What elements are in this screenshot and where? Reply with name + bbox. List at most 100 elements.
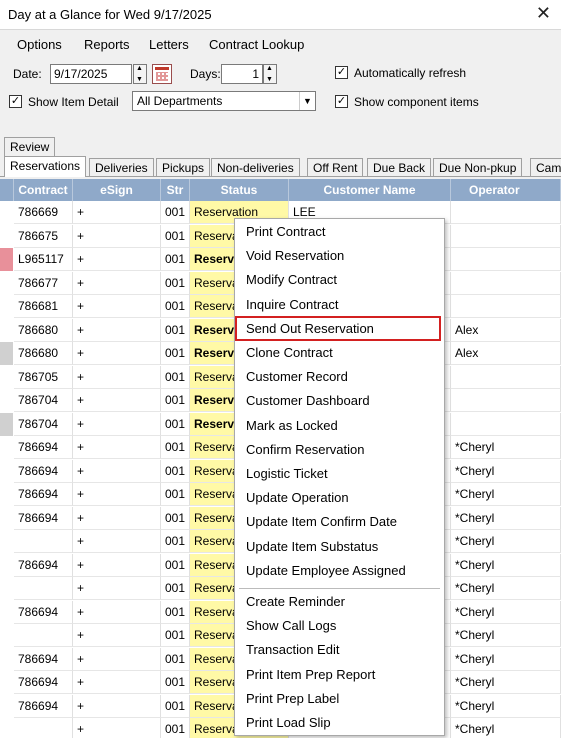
- chevron-down-icon: ▼: [299, 92, 315, 110]
- menu-letters[interactable]: Letters: [149, 37, 189, 52]
- menu-options[interactable]: Options: [17, 37, 62, 52]
- cell-contract: 786694: [14, 483, 73, 506]
- cell-esign: +: [73, 201, 161, 224]
- cell-operator: *Cheryl: [451, 694, 561, 718]
- cell-esign: +: [73, 365, 161, 389]
- cell-str: 001: [161, 436, 190, 459]
- cell-operator: *Cheryl: [451, 483, 561, 506]
- cell-operator: *Cheryl: [451, 671, 561, 694]
- menu-item-update-operation[interactable]: Update Operation: [246, 490, 349, 505]
- date-input[interactable]: 9/17/2025: [50, 64, 132, 84]
- cell-contract: 786669: [14, 201, 73, 224]
- cell-contract: 786705: [14, 365, 73, 389]
- header-contract[interactable]: Contract: [14, 179, 73, 201]
- cell-str: 001: [161, 365, 190, 389]
- menu-item-update-employee-assigned[interactable]: Update Employee Assigned: [246, 563, 406, 578]
- cell-contract: L965117: [14, 248, 73, 271]
- close-icon[interactable]: ✕: [536, 3, 551, 24]
- cell-str: 001: [161, 318, 190, 342]
- cell-esign: +: [73, 295, 161, 318]
- show-item-detail-label: Show Item Detail: [28, 95, 119, 109]
- cell-esign: +: [73, 671, 161, 694]
- header-customer-name[interactable]: Customer Name: [289, 179, 451, 201]
- menu-item-update-item-substatus[interactable]: Update Item Substatus: [246, 539, 378, 554]
- context-menu: Print Contract Void Reservation Modify Con…: [234, 218, 445, 736]
- menu-item-print-item-prep-report[interactable]: Print Item Prep Report: [246, 667, 375, 682]
- menu-item-print-contract[interactable]: Print Contract: [246, 224, 325, 239]
- calendar-icon[interactable]: [152, 64, 172, 84]
- menu-contract-lookup[interactable]: Contract Lookup: [209, 37, 304, 52]
- tab-due-non-pkup[interactable]: Due Non-pkup: [433, 158, 523, 177]
- row-marker: [0, 577, 13, 600]
- tab-cam[interactable]: Cam: [530, 158, 561, 177]
- menu-item-modify-contract[interactable]: Modify Contract: [246, 272, 337, 287]
- cell-operator: Alex: [451, 318, 561, 342]
- menu-item-show-call-logs[interactable]: Show Call Logs: [246, 618, 336, 633]
- cell-operator: *Cheryl: [451, 647, 561, 671]
- cell-contract: 786704: [14, 412, 73, 436]
- row-marker: [0, 530, 13, 553]
- menu-item-clone-contract[interactable]: Clone Contract: [246, 345, 333, 360]
- show-component-checkbox[interactable]: ✓: [335, 95, 348, 108]
- cell-operator: [451, 248, 561, 271]
- row-marker: [0, 507, 13, 530]
- header-str[interactable]: Str: [161, 179, 190, 201]
- tab-pickups[interactable]: Pickups: [156, 158, 211, 177]
- department-select[interactable]: All Departments ▼: [132, 91, 316, 111]
- auto-refresh-checkbox[interactable]: ✓: [335, 66, 348, 79]
- cell-operator: [451, 271, 561, 295]
- cell-str: 001: [161, 271, 190, 295]
- cell-str: 001: [161, 342, 190, 365]
- show-component-label: Show component items: [354, 95, 479, 109]
- cell-contract: 786694: [14, 600, 73, 624]
- days-spinner[interactable]: [263, 64, 277, 84]
- cell-str: 001: [161, 483, 190, 506]
- header-status[interactable]: Status: [190, 179, 289, 201]
- menu-item-send-out-reservation[interactable]: Send Out Reservation: [246, 321, 374, 336]
- row-marker: [0, 389, 13, 412]
- menu-item-transaction-edit[interactable]: Transaction Edit: [246, 642, 339, 657]
- cell-operator: [451, 389, 561, 412]
- menu-item-void-reservation[interactable]: Void Reservation: [246, 248, 344, 263]
- header-marker: [0, 179, 14, 201]
- tab-off-rent[interactable]: Off Rent: [307, 158, 364, 177]
- header-operator-assign[interactable]: Operator Assign: [451, 179, 561, 219]
- row-marker: [0, 483, 13, 506]
- date-spinner[interactable]: [133, 64, 147, 84]
- cell-str: 001: [161, 600, 190, 624]
- menu-item-inquire-contract[interactable]: Inquire Contract: [246, 297, 339, 312]
- tab-reservations[interactable]: Reservations: [4, 156, 87, 177]
- cell-esign: +: [73, 248, 161, 271]
- cell-esign: +: [73, 412, 161, 436]
- cell-contract: 786704: [14, 389, 73, 412]
- cell-esign: +: [73, 718, 161, 738]
- tab-non-deliveries[interactable]: Non-deliveries: [211, 158, 300, 177]
- menu-item-create-reminder[interactable]: Create Reminder: [246, 594, 345, 609]
- menu-item-print-load-slip[interactable]: Print Load Slip: [246, 715, 331, 730]
- cell-operator: *Cheryl: [451, 506, 561, 530]
- menu-item-customer-dashboard[interactable]: Customer Dashboard: [246, 393, 370, 408]
- cell-contract: 786694: [14, 671, 73, 694]
- menu-item-print-prep-label[interactable]: Print Prep Label: [246, 691, 339, 706]
- cell-esign: +: [73, 506, 161, 530]
- cell-operator: *Cheryl: [451, 459, 561, 483]
- cell-esign: +: [73, 483, 161, 506]
- cell-str: 001: [161, 459, 190, 483]
- menu-item-customer-record[interactable]: Customer Record: [246, 369, 348, 384]
- menu-item-mark-as-locked[interactable]: Mark as Locked: [246, 418, 338, 433]
- header-esign[interactable]: eSign: [73, 179, 161, 201]
- tab-due-back[interactable]: Due Back: [367, 158, 432, 177]
- menu-item-confirm-reservation[interactable]: Confirm Reservation: [246, 442, 365, 457]
- menu-item-logistic-ticket[interactable]: Logistic Ticket: [246, 466, 328, 481]
- cell-esign: +: [73, 459, 161, 483]
- tab-review[interactable]: Review: [4, 137, 56, 156]
- row-marker: [0, 412, 13, 436]
- show-item-detail-checkbox[interactable]: ✓: [9, 95, 22, 108]
- tab-deliveries[interactable]: Deliveries: [89, 158, 154, 177]
- menu-item-update-item-confirm-date[interactable]: Update Item Confirm Date: [246, 514, 397, 529]
- days-input[interactable]: 1: [221, 64, 263, 84]
- row-marker: [0, 319, 13, 342]
- menu-reports[interactable]: Reports: [84, 37, 130, 52]
- cell-operator: [451, 412, 561, 436]
- cell-esign: +: [73, 647, 161, 671]
